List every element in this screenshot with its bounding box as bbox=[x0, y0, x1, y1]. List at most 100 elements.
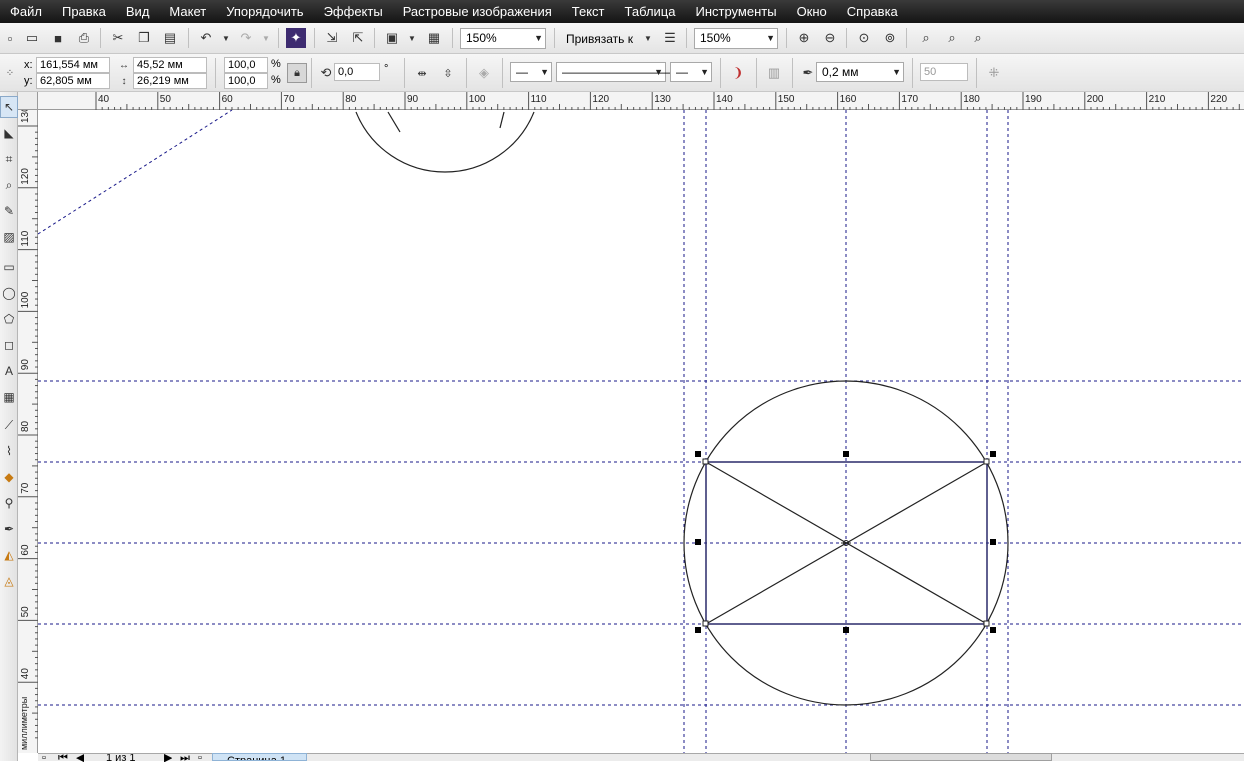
lock-icon[interactable]: 🔒︎ bbox=[287, 63, 307, 83]
horizontal-ruler[interactable]: 40 50 60 70 80 90 100 110 120 130 140 150 160 170 180 1… bbox=[38, 92, 1244, 110]
menu-bitmaps[interactable]: Растровые изображения bbox=[393, 0, 562, 23]
vertical-ruler[interactable]: 130 120 110 100 90 80 70 60 50 40 миллиметры bbox=[18, 106, 38, 753]
partial-circle-chord[interactable] bbox=[387, 111, 401, 133]
menu-table[interactable]: Таблица bbox=[615, 0, 686, 23]
pick-tool-icon[interactable]: ↖ bbox=[0, 96, 18, 118]
zoom-height-icon[interactable]: ⌕ bbox=[968, 28, 988, 48]
scale-x-field[interactable]: 100,0 bbox=[224, 57, 268, 73]
polygon-tool-icon[interactable]: ⬠ bbox=[0, 308, 18, 330]
wrap-text-icon[interactable]: ❩ bbox=[728, 63, 748, 83]
page-tab[interactable]: Страница 1 bbox=[212, 753, 307, 761]
smart-fill-icon[interactable]: ▨ bbox=[0, 226, 18, 248]
connector-tool-icon[interactable]: ⌇ bbox=[0, 440, 18, 462]
selection-handle-bottom-right[interactable] bbox=[990, 627, 996, 633]
selection-handle-top-right[interactable] bbox=[990, 451, 996, 457]
menu-edit[interactable]: Правка bbox=[52, 0, 116, 23]
cut-icon[interactable]: ✂ bbox=[108, 28, 128, 48]
save-icon[interactable]: ■ bbox=[48, 28, 68, 48]
undo-icon[interactable]: ↶ bbox=[196, 28, 216, 48]
menu-help[interactable]: Справка bbox=[837, 0, 908, 23]
zoom-level-select-2[interactable]: 150% ▼ bbox=[694, 28, 778, 49]
selection-handle-right[interactable] bbox=[990, 539, 996, 545]
undo-dropdown-icon[interactable]: ▼ bbox=[216, 28, 236, 48]
selection-handle-top-left[interactable] bbox=[695, 451, 701, 457]
zoom-out-icon[interactable]: ⊖ bbox=[820, 28, 840, 48]
dimension-tool-icon[interactable]: ⟋ bbox=[0, 414, 18, 436]
crop-tool-icon[interactable]: ⌗ bbox=[0, 148, 18, 170]
publish-dropdown-icon[interactable]: ▼ bbox=[402, 28, 422, 48]
interactive-fill-icon[interactable]: ◆ bbox=[0, 466, 18, 488]
node-marker[interactable] bbox=[983, 458, 990, 465]
menu-layout[interactable]: Макет bbox=[159, 0, 216, 23]
ellipse-tool-icon[interactable]: ◯ bbox=[0, 282, 18, 304]
text-tool-icon[interactable]: A bbox=[0, 360, 18, 382]
drawing-canvas[interactable] bbox=[38, 110, 1244, 753]
rotation-field[interactable]: 0,0 bbox=[334, 63, 380, 81]
node-marker[interactable] bbox=[702, 458, 709, 465]
copy-icon[interactable]: ❐ bbox=[134, 28, 154, 48]
end-arrow-select[interactable]: — ▼ bbox=[670, 62, 712, 82]
node-marker[interactable] bbox=[983, 620, 990, 627]
eyedropper-tool-icon[interactable]: ⚲ bbox=[0, 492, 18, 514]
zoom-all-icon[interactable]: ⊚ bbox=[880, 28, 900, 48]
x-position-field[interactable]: 161,554 мм bbox=[36, 57, 110, 73]
menu-window[interactable]: Окно bbox=[787, 0, 837, 23]
snap-to-label[interactable]: Привязать к bbox=[566, 32, 633, 46]
mirror-horizontal-icon[interactable]: ⇹ bbox=[412, 63, 432, 83]
mirror-vertical-icon[interactable]: ⇳ bbox=[438, 63, 458, 83]
rectangle-tool-icon[interactable]: ▭ bbox=[0, 256, 18, 278]
menu-text[interactable]: Текст bbox=[562, 0, 615, 23]
print-icon[interactable]: ⎙ bbox=[74, 28, 94, 48]
miter-field[interactable]: 50 bbox=[920, 63, 968, 81]
zoom-width-icon[interactable]: ⌕ bbox=[942, 28, 962, 48]
table-tool-icon[interactable]: ▦ bbox=[0, 386, 18, 408]
selection-handle-bottom[interactable] bbox=[843, 627, 849, 633]
outline-width-select[interactable]: 0,2 мм ▼ bbox=[816, 62, 904, 82]
application-launcher-icon[interactable]: ▦ bbox=[424, 28, 444, 48]
paste-icon[interactable]: ▤ bbox=[160, 28, 180, 48]
export-icon[interactable]: ⇱ bbox=[348, 28, 368, 48]
width-field[interactable]: 45,52 мм bbox=[133, 57, 207, 73]
import-icon[interactable]: ⇲ bbox=[322, 28, 342, 48]
y-position-field[interactable]: 62,805 мм bbox=[36, 73, 110, 89]
outline-tool-icon[interactable]: ✒ bbox=[0, 518, 18, 540]
redo-icon[interactable]: ↷ bbox=[236, 28, 256, 48]
break-apart-icon[interactable]: ⁜ bbox=[984, 63, 1004, 83]
open-icon[interactable]: ▭ bbox=[22, 28, 42, 48]
mesh-fill-icon[interactable]: ◬ bbox=[0, 570, 18, 592]
zoom-level-select[interactable]: 150% ▼ bbox=[460, 28, 546, 49]
redo-dropdown-icon[interactable]: ▼ bbox=[256, 28, 276, 48]
zoom-selected-icon[interactable]: ⊙ bbox=[854, 28, 874, 48]
selection-handle-left[interactable] bbox=[695, 539, 701, 545]
menu-view[interactable]: Вид bbox=[116, 0, 160, 23]
menu-tools[interactable]: Инструменты bbox=[686, 0, 787, 23]
search-content-icon[interactable]: ✦ bbox=[286, 28, 306, 48]
shape-tool-icon[interactable]: ◣ bbox=[0, 122, 18, 144]
menu-effects[interactable]: Эффекты bbox=[314, 0, 393, 23]
to-front-icon[interactable]: ▥ bbox=[764, 63, 784, 83]
zoom-page-icon[interactable]: ⌕ bbox=[916, 28, 936, 48]
basic-shapes-icon[interactable]: ◻ bbox=[0, 334, 18, 356]
convert-to-curves-icon[interactable]: ◈ bbox=[474, 63, 494, 83]
height-field[interactable]: 26,219 мм bbox=[133, 73, 207, 89]
partial-circle-top[interactable] bbox=[355, 111, 535, 173]
menu-arrange[interactable]: Упорядочить bbox=[216, 0, 313, 23]
menu-file[interactable]: Файл bbox=[0, 0, 52, 23]
snap-dropdown-icon[interactable]: ▼ bbox=[638, 28, 658, 48]
publish-pdf-icon[interactable]: ▣ bbox=[382, 28, 402, 48]
ruler-origin[interactable] bbox=[18, 92, 38, 110]
line-style-select[interactable]: ————————— ▼ bbox=[556, 62, 670, 82]
partial-circle-chord[interactable] bbox=[499, 111, 505, 129]
selection-handle-bottom-left[interactable] bbox=[695, 627, 701, 633]
scale-y-field[interactable]: 100,0 bbox=[224, 73, 268, 89]
horizontal-scrollbar-thumb[interactable] bbox=[870, 753, 1052, 761]
new-icon[interactable]: ▫ bbox=[0, 28, 20, 48]
start-arrow-select[interactable]: — ▼ bbox=[510, 62, 552, 82]
guideline-angled[interactable] bbox=[38, 110, 233, 235]
freehand-tool-icon[interactable]: ✎ bbox=[0, 200, 18, 222]
node-marker[interactable] bbox=[702, 620, 709, 627]
fill-tool-icon[interactable]: ◭ bbox=[0, 544, 18, 566]
zoom-in-icon[interactable]: ⊕ bbox=[794, 28, 814, 48]
zoom-tool-icon[interactable]: ⌕ bbox=[0, 174, 18, 196]
options-icon[interactable]: ☰ bbox=[660, 28, 680, 48]
